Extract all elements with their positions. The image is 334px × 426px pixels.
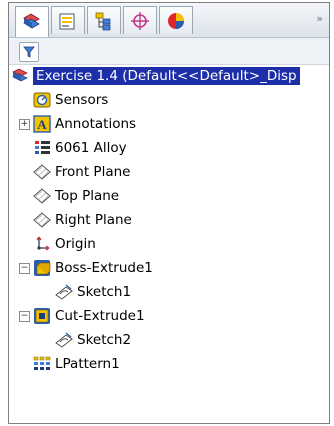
filter-icon <box>23 46 35 58</box>
tab-configurationmanager[interactable] <box>87 6 121 34</box>
tree-item-material[interactable]: 6061 Alloy <box>33 137 127 159</box>
tree-item-boss-extrude1[interactable]: Boss-Extrude1 <box>33 257 153 279</box>
tab-dimxpertmanager[interactable] <box>123 6 157 34</box>
sketch-icon <box>55 332 73 348</box>
sensors-icon <box>33 92 51 108</box>
feature-manager-panel: » Exercise 1.4 (Default<<Default>_Disp S… <box>8 2 330 424</box>
tab-overflow-chevron[interactable]: » <box>316 12 323 25</box>
tab-displaymanager[interactable] <box>159 6 193 34</box>
tree-item-label: 6061 Alloy <box>55 140 127 156</box>
filter-button[interactable] <box>19 42 39 62</box>
tree-item-lpattern1[interactable]: LPattern1 <box>33 353 120 375</box>
tree-item-cut-extrude1[interactable]: Cut-Extrude1 <box>33 305 145 327</box>
tree-root-label: Exercise 1.4 (Default<<Default>_Disp <box>33 67 300 85</box>
tree-item-label: Annotations <box>55 116 137 132</box>
part-icon <box>12 68 28 82</box>
collapse-cut-extrude-toggle[interactable]: − <box>19 311 30 322</box>
tree-item-label: Top Plane <box>55 188 120 204</box>
tree-item-label: Right Plane <box>55 212 132 228</box>
annotations-icon: A <box>33 115 51 133</box>
tree-item-label: Cut-Extrude1 <box>55 308 145 324</box>
linear-pattern-icon <box>33 356 51 370</box>
filter-bar <box>9 38 329 65</box>
boss-extrude-icon <box>34 260 51 276</box>
tab-featuremanager[interactable] <box>15 6 49 37</box>
plane-icon <box>33 188 51 204</box>
plane-icon <box>33 212 51 228</box>
origin-icon <box>36 236 50 251</box>
manager-tab-bar: » <box>9 3 329 38</box>
cut-extrude-icon <box>34 308 50 324</box>
propertymanager-icon <box>59 13 75 29</box>
tree-item-label: Sensors <box>55 92 109 108</box>
tree-item-front-plane[interactable]: Front Plane <box>33 161 130 183</box>
tree-item-origin[interactable]: Origin <box>33 233 96 255</box>
tab-propertymanager[interactable] <box>51 6 85 34</box>
collapse-boss-extrude-toggle[interactable]: − <box>19 263 30 274</box>
tree-item-right-plane[interactable]: Right Plane <box>33 209 132 231</box>
tree-item-label: Sketch2 <box>77 332 132 348</box>
tree-root[interactable]: Exercise 1.4 (Default<<Default>_Disp <box>11 65 300 87</box>
tree-item-sketch2[interactable]: Sketch2 <box>55 329 131 351</box>
material-icon <box>35 141 50 154</box>
tree-item-sensors[interactable]: Sensors <box>33 89 108 111</box>
tree-item-label: Sketch1 <box>77 284 132 300</box>
sketch-icon <box>55 284 73 300</box>
tree-item-top-plane[interactable]: Top Plane <box>33 185 119 207</box>
tree-item-label: Boss-Extrude1 <box>55 260 153 276</box>
expand-annotations-toggle[interactable]: + <box>19 119 30 130</box>
plane-icon <box>33 164 51 180</box>
displaymanager-icon <box>168 12 184 29</box>
configurationmanager-icon <box>95 12 111 30</box>
featuremanager-icon <box>23 13 40 29</box>
tree-item-label: Front Plane <box>55 164 131 180</box>
tree-item-label: Origin <box>55 236 96 252</box>
tree-item-annotations[interactable]: A Annotations <box>33 113 136 135</box>
tree-item-sketch1[interactable]: Sketch1 <box>55 281 131 303</box>
dimxpert-icon <box>131 11 149 30</box>
svg-text:A: A <box>37 117 47 132</box>
tree-item-label: LPattern1 <box>55 356 120 372</box>
